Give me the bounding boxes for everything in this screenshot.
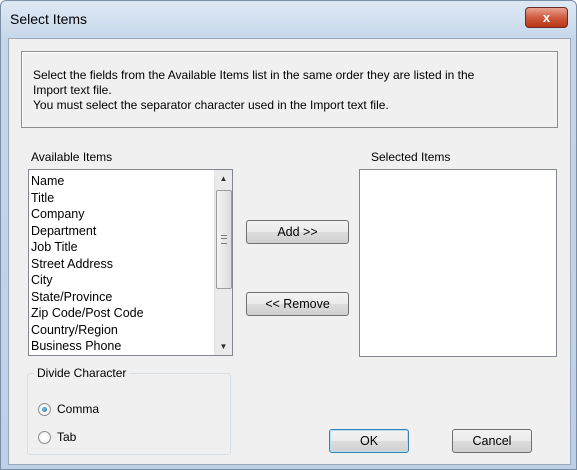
instruction-line-3: You must select the separator character … — [33, 98, 389, 112]
list-item[interactable]: Country/Region — [31, 322, 212, 339]
add-button[interactable]: Add >> — [246, 220, 349, 244]
title-bar[interactable]: Select Items x — [1, 1, 576, 37]
comma-radio[interactable] — [38, 402, 51, 416]
selected-items-label: Selected Items — [371, 150, 451, 164]
close-icon: x — [542, 10, 551, 25]
list-item[interactable]: State/Province — [31, 289, 212, 306]
dialog-window: Select Items x Select the fields from th… — [0, 0, 577, 470]
selected-items-list[interactable] — [359, 169, 557, 357]
list-item[interactable]: Department — [31, 223, 212, 240]
available-items-list[interactable]: Name Title Company Department Job Title … — [28, 169, 233, 356]
comma-label: Comma — [57, 402, 100, 416]
comma-option[interactable]: Comma — [38, 402, 99, 416]
window-title: Select Items — [10, 11, 88, 27]
scrollbar-thumb[interactable] — [216, 190, 232, 289]
close-button[interactable]: x — [525, 7, 568, 28]
up-arrow-icon[interactable]: ▲ — [215, 170, 232, 187]
tab-option[interactable]: Tab — [38, 430, 76, 444]
list-item[interactable]: Street Address — [31, 256, 212, 273]
tab-label: Tab — [57, 430, 77, 444]
cancel-button[interactable]: Cancel — [452, 429, 532, 453]
grip-icon — [221, 235, 227, 244]
list-item[interactable]: Business Phone — [31, 338, 212, 355]
divide-character-group: Divide Character Comma Tab — [27, 366, 231, 455]
instructions-box: Select the fields from the Available Ite… — [21, 51, 558, 128]
list-item[interactable]: Title — [31, 190, 212, 207]
dialog-body: Select the fields from the Available Ite… — [8, 38, 571, 465]
instruction-line-2: Import text file. — [33, 83, 112, 97]
down-arrow-icon[interactable]: ▼ — [215, 338, 232, 355]
list-item[interactable]: Company — [31, 206, 212, 223]
vertical-scrollbar[interactable]: ▲ ▼ — [214, 170, 232, 355]
list-item[interactable]: Job Title — [31, 239, 212, 256]
available-items-label: Available Items — [31, 150, 113, 164]
remove-button[interactable]: << Remove — [246, 292, 349, 316]
ok-button[interactable]: OK — [329, 429, 409, 453]
list-item[interactable]: City — [31, 272, 212, 289]
divide-character-title: Divide Character — [34, 366, 130, 380]
list-item[interactable]: Name — [31, 173, 212, 190]
list-item[interactable]: Zip Code/Post Code — [31, 305, 212, 322]
tab-radio[interactable] — [38, 430, 51, 444]
instruction-line-1: Select the fields from the Available Ite… — [33, 68, 475, 82]
